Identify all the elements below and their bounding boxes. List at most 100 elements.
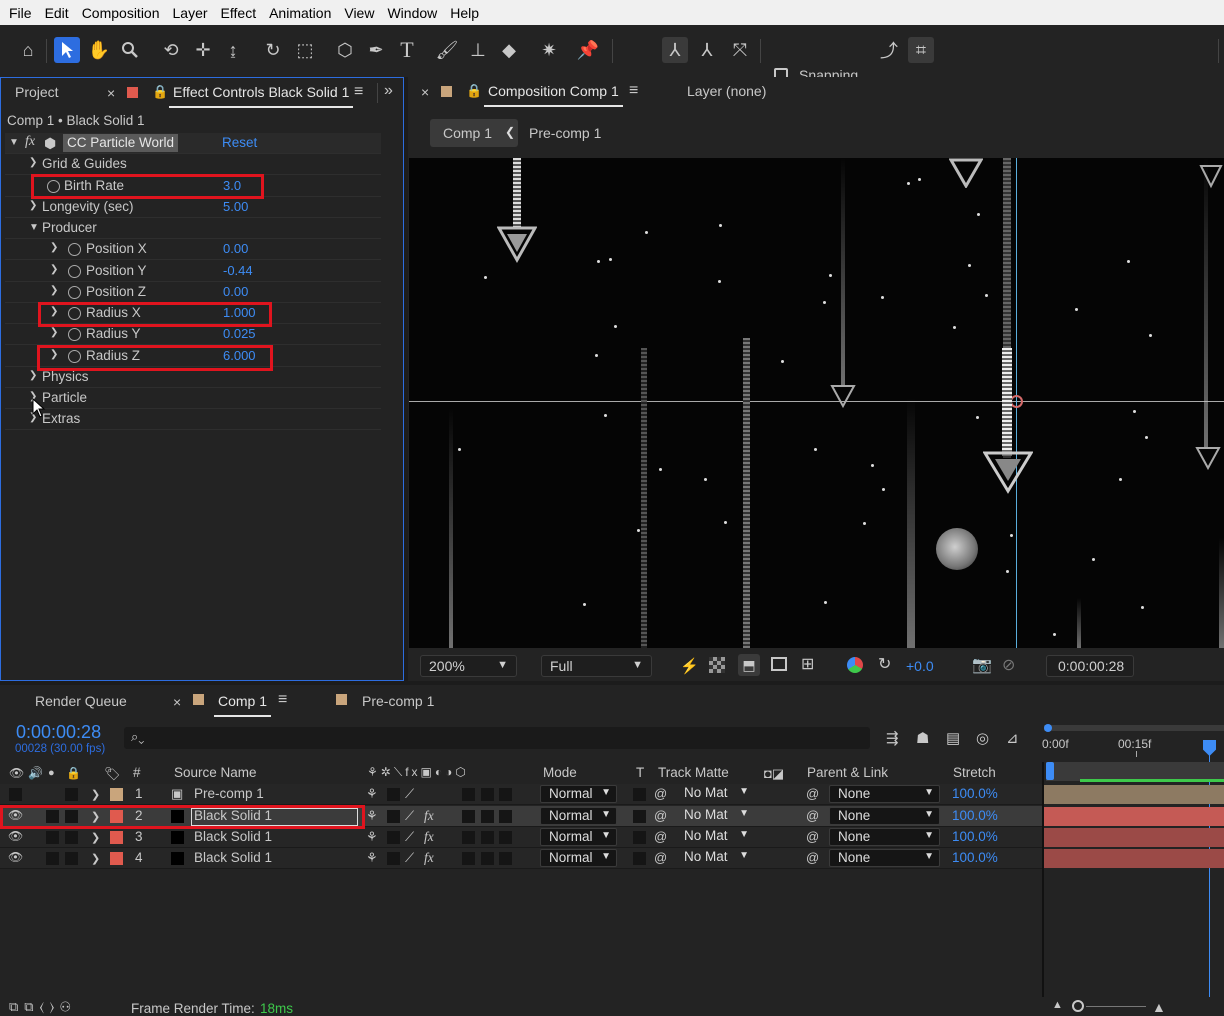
breadcrumb-precomp1[interactable]: Pre-comp 1 [529,125,601,141]
header-mode[interactable]: Mode [543,765,577,780]
close-icon[interactable]: × [421,84,429,100]
mask-visibility-icon[interactable]: ⬒ [738,654,760,676]
menu-layer[interactable]: Layer [173,5,208,21]
header-track-matte[interactable]: Track Matte [658,765,729,780]
chevron-down-icon[interactable]: ▼ [29,222,39,233]
snapshot-camera-icon[interactable]: 📷 [972,655,992,675]
shy-switch-icon[interactable]: ⚘ [366,808,378,824]
selection-tool-icon[interactable] [54,37,80,63]
stopwatch-icon[interactable] [68,243,81,256]
header-stretch[interactable]: Stretch [953,765,996,780]
graph-editor-icon[interactable]: ⊿ [1006,729,1019,747]
show-snapshot-icon[interactable]: ⊘ [1002,655,1015,675]
mode-dropdown[interactable]: Normal ▼ [540,807,617,825]
frame-blending-icon[interactable]: ▤ [946,729,960,747]
pan-behind-tool-icon[interactable]: ⬚ [292,37,318,63]
axis-world-icon[interactable]: ⅄ [694,37,720,63]
label-color-swatch[interactable] [110,831,123,844]
shy-switch-icon[interactable]: ⚘ [366,850,378,866]
table-row[interactable]: ❯ 1 ▣ Pre-comp 1 ⚘ ⟋ Normal ▼ @ No Mat ▼ @… [0,784,1042,805]
mode-dropdown[interactable]: Normal ▼ [540,828,617,846]
fx-switch-icon[interactable]: fx [424,829,434,845]
effect-name[interactable]: CC Particle World [63,134,179,152]
lock-icon[interactable]: 🔒 [466,83,482,99]
pickwhip-icon[interactable]: @ [654,850,667,865]
stretch-value[interactable]: 100.0% [952,850,998,865]
quality-switch-icon[interactable]: ⟋ [405,850,414,866]
chevron-right-icon[interactable]: ❯ [50,242,58,253]
playhead-handle[interactable] [1203,740,1216,756]
parent-pickwhip-icon[interactable]: @ [806,786,819,801]
axis-local-icon[interactable]: ⅄ [662,37,688,63]
work-area-marker[interactable] [1046,762,1054,780]
chevron-right-icon[interactable]: ❯ [50,264,58,275]
menu-help[interactable]: Help [450,5,479,21]
mode-dropdown[interactable]: Normal ▼ [540,849,617,867]
transparency-grid-icon[interactable] [709,657,725,673]
chevron-right-icon[interactable]: ❯ [29,370,37,381]
panel-menu-icon[interactable]: ≡ [354,83,363,101]
stretch-value[interactable]: 100.0% [952,829,998,844]
menu-file[interactable]: File [9,5,32,21]
axis-view-icon[interactable]: ⤧ [727,37,753,63]
rotate-tool-icon[interactable]: ↻ [260,37,286,63]
chevron-right-icon[interactable]: ❯ [29,200,37,211]
fx-switch-icon[interactable]: fx [424,850,434,866]
reset-button[interactable]: Reset [222,135,257,150]
stopwatch-icon[interactable] [68,265,81,278]
reset-exposure-icon[interactable]: ↻ [878,654,891,674]
layer-name-edit-box[interactable] [191,808,358,826]
zoom-slider-handle[interactable] [1072,1000,1084,1012]
orbit-camera-icon[interactable]: ⟲ [158,37,184,63]
parent-dropdown[interactable]: None ▼ [829,807,940,825]
table-row[interactable]: 👁 ❯ 3 Black Solid 1 ⚘ ⟋ fx Normal ▼ @ No … [0,827,1042,848]
zoom-tool-icon[interactable] [117,37,143,63]
roto-brush-tool-icon[interactable]: ✷ [536,37,562,63]
stretch-value[interactable]: 100.0% [952,786,998,801]
layer-name[interactable]: Black Solid 1 [194,850,272,865]
lock-icon[interactable]: 🔒 [66,766,81,780]
panel-menu-icon[interactable]: ≡ [629,82,638,100]
snap-edges-icon[interactable]: ⤴ [876,37,902,63]
layer-name[interactable]: Black Solid 1 [194,829,272,844]
label-tag-icon[interactable]: 🏷 [104,766,121,782]
track-matte-dropdown[interactable]: No Mat ▼ [676,807,754,825]
shy-layers-icon[interactable]: ☗ [916,729,929,747]
property-position-z[interactable]: ❯ Position Z 0.00 [5,282,381,303]
chevron-right-icon[interactable]: ❯ [91,852,100,865]
quality-switch-icon[interactable]: ⟋ [405,786,414,802]
header-parent-link[interactable]: Parent & Link [807,765,888,780]
tab-composition[interactable]: Composition Comp 1 [484,83,623,107]
zoom-out-icon[interactable]: ▲ [1052,999,1063,1011]
longevity-value[interactable]: 5.00 [223,199,248,214]
property-particle[interactable]: ❯ Particle [5,388,381,409]
tab-layer[interactable]: Layer (none) [687,83,766,99]
zoom-in-icon[interactable]: ▲ [1152,999,1166,1015]
position-z-value[interactable]: 0.00 [223,284,248,299]
stopwatch-icon[interactable] [68,286,81,299]
menu-effect[interactable]: Effect [221,5,257,21]
track-matte-dropdown[interactable]: No Mat ▼ [676,849,754,867]
brush-tool-icon[interactable]: 🖌 [434,37,460,63]
pen-tool-icon[interactable]: ✒ [363,37,389,63]
quality-switch-icon[interactable]: ⟋ [405,829,414,845]
close-icon[interactable]: × [107,85,115,101]
fast-previews-icon[interactable]: ⚡ [680,657,699,675]
position-y-value[interactable]: -0.44 [223,263,253,278]
property-producer[interactable]: ▼ Producer [5,218,381,239]
dolly-camera-icon[interactable]: ↨ [220,37,246,63]
property-position-y[interactable]: ❯ Position Y -0.44 [5,261,381,282]
chevron-right-icon[interactable]: ❯ [91,788,100,801]
resolution-dropdown[interactable]: Full ▼ [541,655,652,677]
tab-precomp1[interactable]: Pre-comp 1 [362,693,434,709]
work-area-start-handle[interactable] [1044,724,1052,732]
property-extras[interactable]: ❯ Extras [5,409,381,430]
table-row[interactable]: 👁 ❯ 4 Black Solid 1 ⚘ ⟋ fx Normal ▼ @ No … [0,848,1042,869]
solo-icon[interactable]: ● [48,767,55,779]
eye-icon[interactable]: 👁 [8,829,23,843]
clone-stamp-tool-icon[interactable]: ⊥ [465,37,491,63]
parent-pickwhip-icon[interactable]: @ [806,829,819,844]
exposure-value[interactable]: +0.0 [906,658,934,674]
property-radius-y[interactable]: ❯ Radius Y 0.025 [5,324,381,345]
parent-dropdown[interactable]: None ▼ [829,828,940,846]
